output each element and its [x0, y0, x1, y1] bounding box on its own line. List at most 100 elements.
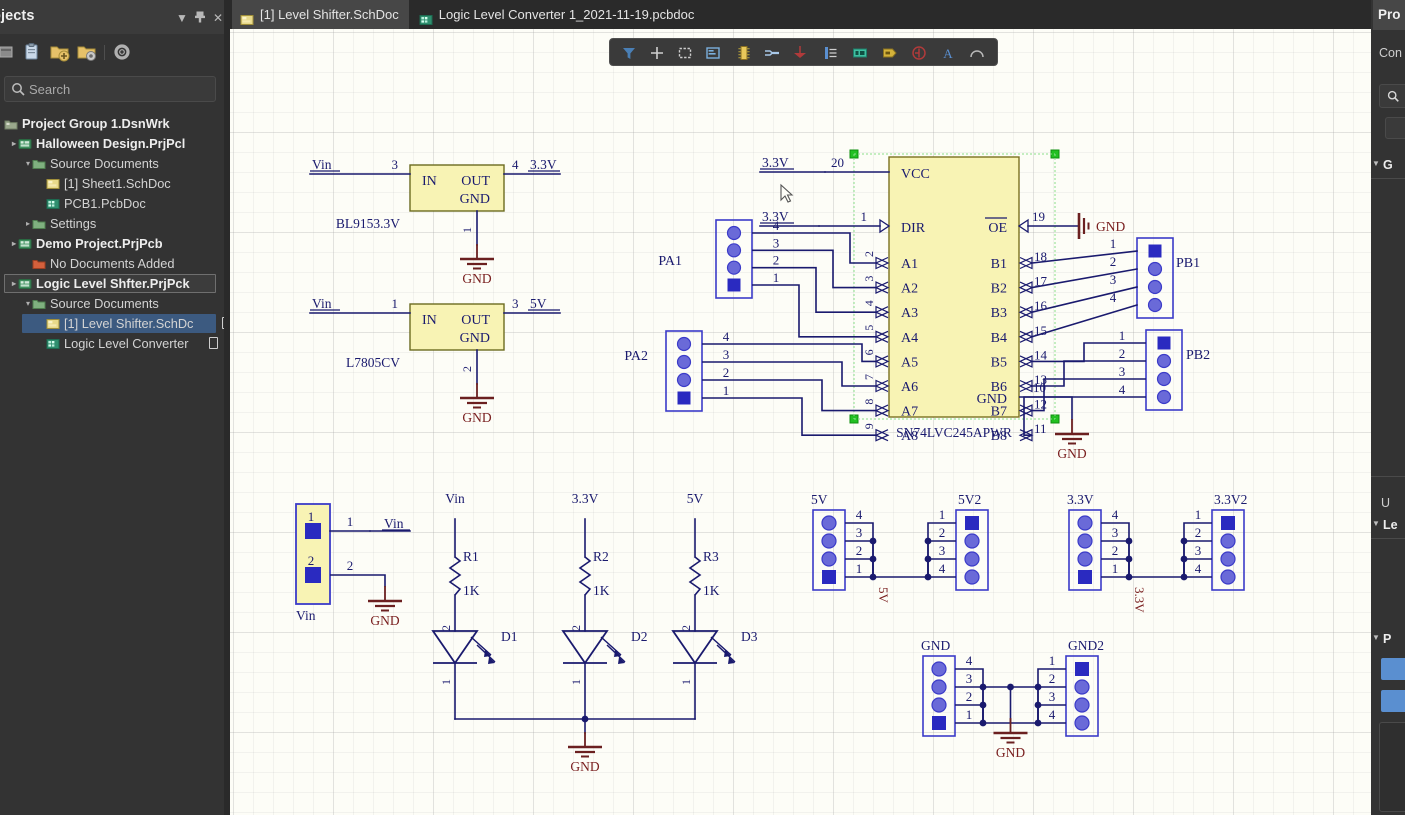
- pcbdoc-icon: [46, 197, 60, 211]
- pin-number: 3: [939, 543, 946, 558]
- tree-item-source-documents[interactable]: ▾Source Documents: [0, 294, 224, 314]
- tab-schdoc[interactable]: [1] Level Shifter.SchDoc: [232, 0, 409, 29]
- properties-search-input[interactable]: [1379, 84, 1405, 108]
- svg-text:A: A: [943, 46, 953, 61]
- pin-number: 2: [723, 365, 730, 380]
- pin-icon[interactable]: [192, 10, 208, 26]
- power-pair-3-3V[interactable]: 3.3V3.3V2432112343.3V: [1067, 492, 1247, 613]
- power-pair-GND[interactable]: GNDGND243211234GND: [921, 638, 1104, 760]
- vin-connector[interactable]: 12Vin1Vin2GND: [296, 504, 410, 628]
- gear-icon[interactable]: [111, 41, 133, 63]
- header-PB2[interactable]: PB2: [1146, 330, 1210, 410]
- nodocs-icon: [32, 257, 46, 271]
- place-part-icon[interactable]: [647, 43, 667, 63]
- place-component-icon[interactable]: [734, 43, 754, 63]
- projects-panel-toolbar: [0, 34, 224, 70]
- vin-connector-designator: Vin: [296, 608, 316, 623]
- tree-item-settings[interactable]: ▸Settings: [0, 214, 224, 234]
- tree-item-1-sheet1-schdoc[interactable]: [1] Sheet1.SchDoc: [0, 174, 224, 194]
- pin-number-bottom: 1: [569, 679, 583, 685]
- clipboard-icon[interactable]: [21, 41, 43, 63]
- tree-item-label: Demo Project.PrjPcb: [36, 234, 163, 254]
- pin-number: 1: [1195, 507, 1202, 522]
- tree-item-label: Halloween Design.PrjPcl: [36, 134, 185, 154]
- document-tabbar: [1] Level Shifter.SchDocLogic Level Conv…: [224, 0, 1405, 29]
- gnd-net-label: GND: [1057, 446, 1086, 461]
- tree-item-source-documents[interactable]: ▾Source Documents: [0, 154, 224, 174]
- add-folder-icon[interactable]: [49, 41, 71, 63]
- properties-name-field[interactable]: [1385, 117, 1405, 139]
- folder-options-icon[interactable]: [76, 41, 98, 63]
- chevron-down-icon: ▼: [1372, 519, 1380, 528]
- pin-number: 1: [1049, 653, 1056, 668]
- place-arc-icon[interactable]: [967, 43, 987, 63]
- ic-pin-a-label: A6: [901, 380, 918, 395]
- pin-number: 3: [773, 235, 780, 250]
- place-net-label-icon[interactable]: [880, 43, 900, 63]
- ic-pin-b-label: B2: [991, 282, 1007, 297]
- power-pair-5V[interactable]: 5V5V2432112345V: [811, 492, 988, 604]
- filter-icon[interactable]: [619, 43, 639, 63]
- place-gnd-icon[interactable]: [790, 43, 810, 63]
- pin-number-vcc: 20: [831, 155, 844, 170]
- properties-section-location[interactable]: ▼Le: [1383, 518, 1398, 532]
- tab-pcbdoc[interactable]: Logic Level Converter 1_2021-11-19.pcbdo…: [411, 0, 705, 29]
- main-ic-SN74LVC245APWR[interactable]: SN74LVC245APWRVCC203.3VDIR13.3VOE19GNDA1…: [760, 150, 1125, 461]
- properties-panel-tab[interactable]: Pro: [1373, 0, 1405, 30]
- regulator-pin-gnd-label: GND: [460, 192, 490, 207]
- pin-number-a: 3: [862, 276, 876, 282]
- pin-number-a: 2: [862, 251, 876, 257]
- search-input[interactable]: Search: [4, 76, 216, 102]
- place-wire-icon[interactable]: [762, 43, 782, 63]
- pin-number-b: 12: [1034, 397, 1047, 412]
- resistor-designator: R2: [593, 549, 609, 564]
- pin-number: 4: [773, 218, 780, 233]
- tree-item-logic-level-shfter-prjpck[interactable]: ▸Logic Level Shfter.PrjPck: [0, 274, 224, 294]
- resistor-value: 1K: [703, 583, 720, 598]
- pin-number: 4: [856, 507, 863, 522]
- schematic-canvas[interactable]: INOUTGNDVin343.3VGNDBL9153.3V1INOUTGNDVi…: [230, 29, 1371, 815]
- pin-number: 2: [1195, 525, 1202, 540]
- place-no-erc-icon[interactable]: [909, 43, 929, 63]
- open-project-icon[interactable]: [0, 41, 20, 63]
- pin-number: 1: [1119, 328, 1126, 343]
- tree-item-project-group-1-dsnwrk[interactable]: Project Group 1.DsnWrk: [0, 114, 224, 134]
- header-PA1[interactable]: PA1: [658, 220, 752, 298]
- place-text-icon[interactable]: A: [938, 43, 958, 63]
- pin-number-dir: 1: [861, 209, 868, 224]
- chevron-down-icon: ▼: [1372, 159, 1380, 168]
- place-port-icon[interactable]: [850, 43, 870, 63]
- tree-item-pcb1-pcbdoc[interactable]: PCB1.PcbDoc: [0, 194, 224, 214]
- folder-icon: [32, 297, 46, 311]
- led-designator: D2: [631, 629, 648, 644]
- properties-toggle-2[interactable]: [1381, 690, 1405, 712]
- properties-toggle-1[interactable]: [1381, 658, 1405, 680]
- place-bus-icon[interactable]: [821, 43, 841, 63]
- header-PA2[interactable]: PA2: [624, 331, 702, 411]
- tree-item-1-level-shifter-schdc[interactable]: [1] Level Shifter.SchDc: [0, 314, 224, 334]
- place-rectangle-icon[interactable]: [675, 43, 695, 63]
- properties-section-page[interactable]: ▼P: [1383, 632, 1391, 646]
- tree-item-demo-project-prjpcb[interactable]: ▸Demo Project.PrjPcb: [0, 234, 224, 254]
- tree-item-logic-level-converter[interactable]: Logic Level Converter: [0, 334, 224, 354]
- ic-pin-a-label: A2: [901, 282, 918, 297]
- tree-item-halloween-design-prjpcl[interactable]: ▸Halloween Design.PrjPcl: [0, 134, 224, 154]
- ic-pin-a-label: A4: [901, 331, 918, 346]
- regulator-L7805CV[interactable]: INOUTGNDVin135VGNDL7805CV2: [310, 296, 560, 425]
- led-indicators[interactable]: VinR11K2D113.3VR21K2D215VR31K2D31GND: [433, 491, 758, 774]
- properties-panel: Pro Con ▼G U ▼Le ▼P: [1371, 0, 1405, 815]
- pin-number: 1: [723, 383, 730, 398]
- properties-table[interactable]: [1379, 722, 1405, 812]
- chevron-down-icon[interactable]: ▼: [174, 10, 190, 26]
- regulator-BL9153.3V[interactable]: INOUTGNDVin343.3VGNDBL9153.3V1: [310, 157, 560, 286]
- properties-section-general[interactable]: ▼G: [1383, 158, 1393, 172]
- gnd-net-label: GND: [570, 759, 599, 774]
- tree-item-no-documents-added[interactable]: No Documents Added: [0, 254, 224, 274]
- ic-pin-vcc-label: VCC: [901, 167, 930, 182]
- header-label-pb1: PB1: [1176, 256, 1200, 271]
- header-PB1[interactable]: PB1: [1137, 238, 1200, 318]
- tree-item-label: Project Group 1.DsnWrk: [22, 114, 170, 134]
- pin-number-a: 4: [862, 300, 876, 306]
- ic-pin-a-label: A8: [901, 429, 918, 444]
- place-sheet-symbol-icon[interactable]: [703, 43, 723, 63]
